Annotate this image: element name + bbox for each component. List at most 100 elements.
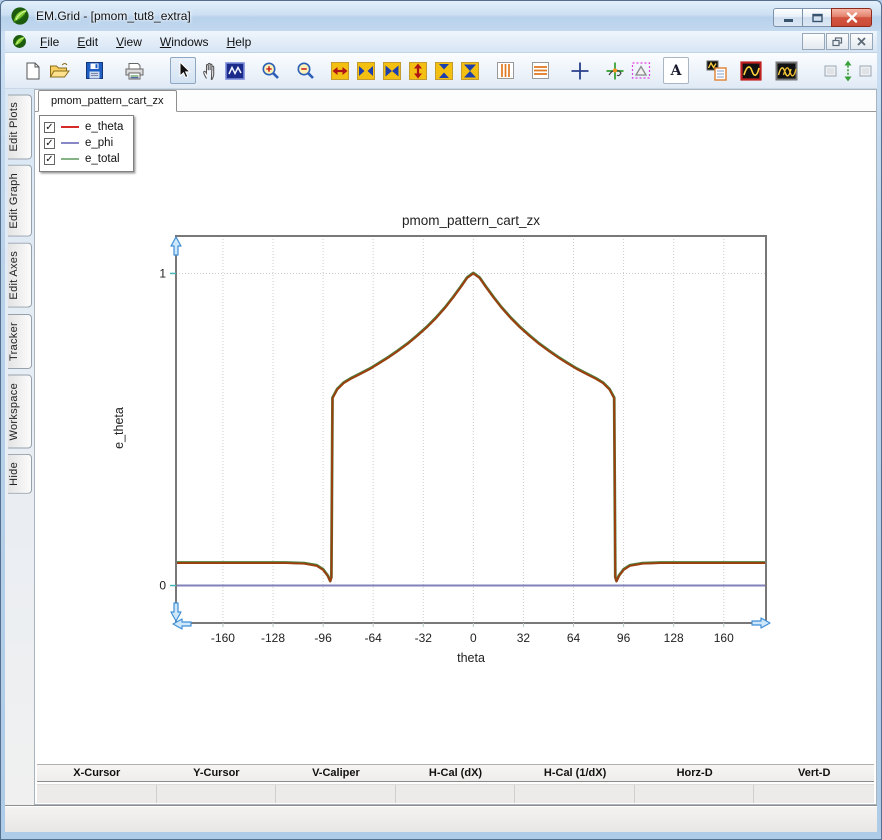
legend-swatch-e-phi bbox=[61, 142, 79, 144]
value-horz-d bbox=[634, 785, 755, 803]
minimize-icon bbox=[783, 19, 793, 22]
title-bar[interactable]: EM.Grid - [pmom_tut8_extra] bbox=[1, 1, 881, 31]
mdi-minimize-icon bbox=[809, 37, 818, 46]
svg-text:128: 128 bbox=[664, 631, 684, 645]
tool-h-bowtie[interactable] bbox=[379, 57, 405, 84]
pan-hand-icon bbox=[202, 62, 214, 80]
sidebar-tab-edit-axes[interactable]: Edit Axes bbox=[8, 243, 32, 308]
status-bar bbox=[5, 805, 877, 832]
maximize-icon bbox=[811, 13, 823, 22]
cursor-readout-table: X-Cursor Y-Cursor V-Caliper H-Cal (dX) H… bbox=[37, 764, 874, 803]
toolbar: A bbox=[5, 53, 877, 89]
mdi-restore-icon bbox=[832, 36, 843, 46]
cursor-table-header: X-Cursor Y-Cursor V-Caliper H-Cal (dX) H… bbox=[37, 764, 874, 782]
legend-row-e-total: ✓ e_total bbox=[44, 151, 123, 167]
legend-box[interactable]: ✓ e_theta ✓ e_phi ✓ e_total bbox=[39, 115, 135, 172]
tool-save[interactable] bbox=[81, 57, 107, 84]
mdi-minimize-button[interactable] bbox=[802, 33, 825, 50]
document-panel: pmom_pattern_cart_zx ✓ e_theta ✓ e_phi ✓… bbox=[34, 89, 877, 805]
sidebar-tab-edit-plots[interactable]: Edit Plots bbox=[8, 94, 32, 160]
tool-zoom-in[interactable] bbox=[257, 57, 283, 84]
svg-text:1: 1 bbox=[159, 266, 166, 280]
legend-checkbox-e-phi[interactable]: ✓ bbox=[44, 137, 55, 149]
legend-checkbox-e-theta[interactable]: ✓ bbox=[44, 121, 55, 133]
svg-text:-32: -32 bbox=[415, 631, 433, 645]
sidebar-tab-edit-graph[interactable]: Edit Graph bbox=[8, 165, 32, 238]
close-icon bbox=[846, 12, 857, 23]
sidebar-tab-workspace[interactable]: Workspace bbox=[8, 374, 32, 449]
h-expand-icon bbox=[331, 61, 349, 80]
header-h-cal-dx: H-Cal (dX) bbox=[428, 767, 483, 779]
mdi-close-button[interactable] bbox=[850, 33, 873, 50]
main-area: Edit Plots Edit Graph Edit Axes Tracker … bbox=[5, 89, 877, 805]
maximize-button[interactable] bbox=[802, 8, 831, 27]
multi-graph-icon bbox=[775, 61, 797, 80]
document-tab-bar: pmom_pattern_cart_zx bbox=[35, 90, 876, 112]
side-tab-strip: Edit Plots Edit Graph Edit Axes Tracker … bbox=[5, 89, 34, 805]
zoom-in-icon bbox=[262, 62, 279, 79]
tool-v-arrows[interactable] bbox=[431, 57, 457, 84]
tool-pan[interactable] bbox=[196, 57, 222, 84]
plot-canvas[interactable]: ✓ e_theta ✓ e_phi ✓ e_total 0 1 -160 -12… bbox=[35, 112, 876, 804]
tool-caliper[interactable] bbox=[628, 57, 654, 84]
minimize-button[interactable] bbox=[773, 8, 802, 27]
svg-text:-96: -96 bbox=[314, 631, 332, 645]
open-file-icon bbox=[49, 62, 70, 77]
tool-tracker[interactable] bbox=[602, 57, 628, 84]
header-v-caliper: V-Caliper bbox=[312, 767, 360, 779]
tool-vertical-grid[interactable] bbox=[492, 57, 518, 84]
tool-v-split[interactable] bbox=[822, 57, 874, 84]
chart: 0 1 -160 -128 -96 -64 -32 0 32 64 96 128 160 pmom_pat… bbox=[146, 212, 806, 687]
close-button[interactable] bbox=[831, 8, 872, 27]
legend-row-e-theta: ✓ e_theta bbox=[44, 119, 123, 135]
tool-print[interactable] bbox=[121, 57, 147, 84]
tool-multi-graph[interactable] bbox=[773, 57, 799, 84]
tool-v-bowtie[interactable] bbox=[457, 57, 483, 84]
tool-zoom-window[interactable] bbox=[222, 57, 248, 84]
tool-zoom-out[interactable] bbox=[292, 57, 318, 84]
menu-help[interactable]: Help bbox=[218, 32, 261, 52]
menu-bar: File Edit View Windows Help bbox=[5, 31, 877, 53]
new-file-icon bbox=[26, 62, 40, 79]
header-x-cursor: X-Cursor bbox=[73, 767, 121, 779]
print-icon bbox=[125, 62, 143, 79]
legend-row-e-phi: ✓ e_phi bbox=[44, 135, 123, 151]
v-split-icon bbox=[824, 60, 872, 81]
tool-select[interactable] bbox=[170, 57, 196, 84]
header-y-cursor: Y-Cursor bbox=[193, 767, 240, 779]
menu-edit[interactable]: Edit bbox=[68, 32, 107, 52]
menu-windows[interactable]: Windows bbox=[151, 32, 218, 52]
tool-horizontal-grid[interactable] bbox=[527, 57, 553, 84]
tool-text-annotation[interactable]: A bbox=[663, 57, 689, 84]
header-vert-d: Vert-D bbox=[798, 767, 831, 779]
tool-open-file[interactable] bbox=[46, 57, 72, 84]
tool-edit-graph[interactable] bbox=[738, 57, 764, 84]
sidebar-tab-hide[interactable]: Hide bbox=[8, 454, 32, 494]
svg-text:0: 0 bbox=[470, 631, 477, 645]
vertical-grid-icon bbox=[496, 62, 514, 79]
legend-swatch-e-total bbox=[61, 158, 79, 160]
tool-h-expand[interactable] bbox=[327, 57, 353, 84]
mdi-restore-button[interactable] bbox=[826, 33, 849, 50]
horizontal-grid-icon bbox=[531, 62, 549, 79]
svg-text:pmom_pattern_cart_zx: pmom_pattern_cart_zx bbox=[402, 213, 540, 228]
tab-pmom-pattern-cart-zx[interactable]: pmom_pattern_cart_zx bbox=[38, 90, 177, 112]
svg-text:-160: -160 bbox=[211, 631, 235, 645]
application-window: EM.Grid - [pmom_tut8_extra] File Edit Vi… bbox=[0, 0, 882, 840]
legend-checkbox-e-total[interactable]: ✓ bbox=[44, 153, 55, 165]
value-v-caliper bbox=[276, 785, 396, 803]
sidebar-tab-tracker[interactable]: Tracker bbox=[8, 313, 32, 369]
plot-legend-icon bbox=[706, 60, 727, 81]
value-y-cursor bbox=[156, 785, 277, 803]
plot-svg[interactable]: 0 1 -160 -128 -96 -64 -32 0 32 64 96 128 160 pmom_pat… bbox=[146, 212, 806, 687]
tool-new-file[interactable] bbox=[20, 57, 46, 84]
edit-graph-icon bbox=[740, 60, 762, 81]
tool-h-compress[interactable] bbox=[353, 57, 379, 84]
tool-cross-cursor[interactable] bbox=[567, 57, 593, 84]
tool-v-expand[interactable] bbox=[405, 57, 431, 84]
cross-cursor-icon bbox=[571, 62, 589, 79]
menu-view[interactable]: View bbox=[107, 32, 151, 52]
tool-plot-legend[interactable] bbox=[703, 57, 729, 84]
menu-file[interactable]: File bbox=[31, 32, 68, 52]
header-h-cal-1dx: H-Cal (1/dX) bbox=[543, 767, 607, 779]
